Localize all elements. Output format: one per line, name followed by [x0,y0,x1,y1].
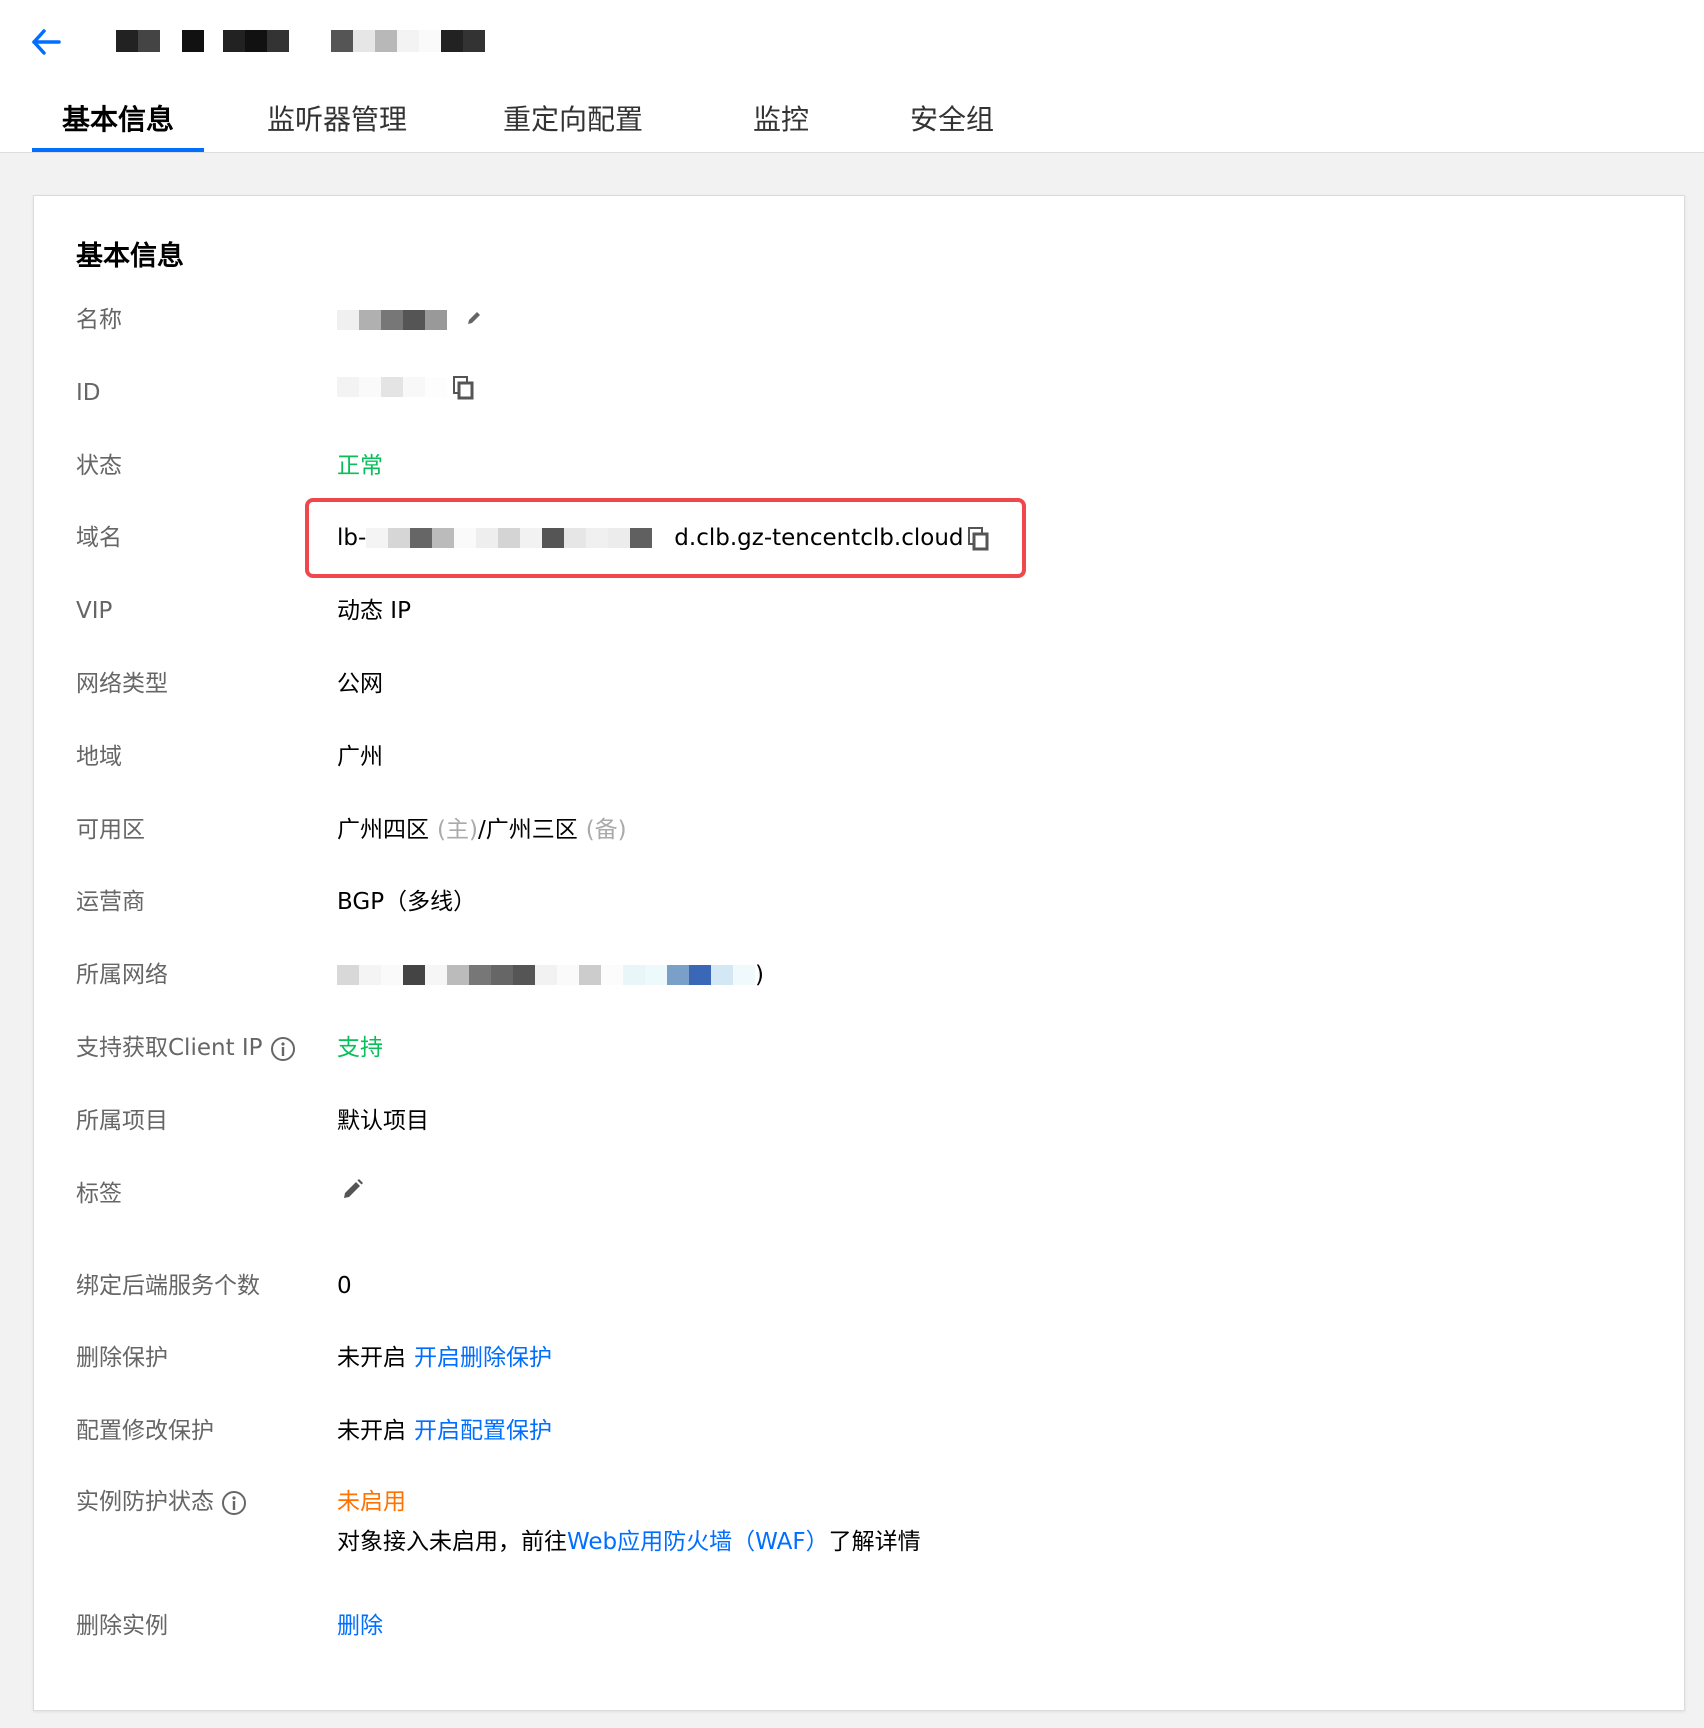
waf-desc-after: 了解详情 [828,1529,921,1555]
client-ip-value: 支持 [337,1035,383,1061]
enable-delete-protection-link[interactable]: 开启删除保护 [414,1340,552,1376]
tab-security-group[interactable]: 安全组 [902,96,1002,152]
row-name: 名称 [34,302,1684,362]
enable-config-protection-link[interactable]: 开启配置保护 [414,1413,552,1449]
basic-info-card: 基本信息 名称 ID 状态 正常 域名 lb- d.clb.gz-tencent… [33,195,1685,1711]
info-icon[interactable] [221,1490,247,1516]
delete-protection-value: 未开启 开启删除保护 [337,1340,552,1376]
delete-protection-status: 未开启 [337,1345,406,1371]
card-title: 基本信息 [76,241,184,272]
zone-primary-tag: (主) [437,817,478,843]
tab-redirect-config[interactable]: 重定向配置 [498,96,648,152]
edit-tags-pencil-icon[interactable] [341,1176,365,1212]
field-label: 所属项目 [76,1108,168,1134]
back-arrow-icon[interactable] [26,22,66,62]
waf-desc-before: 对象接入未启用，前往 [337,1529,567,1555]
row-vip: VIP 动态 IP [34,593,1684,653]
status-value: 正常 [337,453,383,479]
delete-instance-link[interactable]: 删除 [337,1608,383,1644]
id-value [337,375,475,400]
edit-name-pencil-icon[interactable] [465,302,483,338]
field-label: 运营商 [76,889,145,915]
config-protection-value: 未开启 开启配置保护 [337,1413,552,1449]
instance-protection-desc: 对象接入未启用，前往 Web应用防火墙（WAF） 了解详情 [337,1524,921,1560]
redacted-id [337,376,447,398]
field-label: 可用区 [76,817,145,843]
zone-primary: 广州四区 [337,817,429,843]
instance-protection-status: 未启用 [337,1489,406,1515]
isp-value: BGP（多线） [337,889,477,915]
zone-value: 广州四区 (主) / 广州三区 (备) [337,812,627,848]
tab-basic-info[interactable]: 基本信息 [32,96,204,152]
row-vpc: 所属网络) [34,957,1684,1017]
config-protection-status: 未开启 [337,1418,406,1444]
instance-protection-label: 实例防护状态 [76,1489,214,1515]
field-label: ID [76,380,101,406]
info-icon[interactable] [270,1036,296,1062]
tags-value [337,1176,365,1212]
field-label: 域名 [76,525,122,551]
row-client-ip: 支持获取Client IP 支持 [34,1030,1684,1090]
page-header: 基本信息 监听器管理 重定向配置 监控 安全组 [0,0,1704,153]
field-label: 配置修改保护 [76,1418,214,1444]
row-delete-instance: 删除实例 删除 [34,1608,1684,1668]
row-backend-count: 绑定后端服务个数 0 [34,1268,1684,1328]
backend-count-value: 0 [337,1273,352,1299]
field-label: 地域 [76,744,122,770]
row-network-type: 网络类型 公网 [34,666,1684,726]
field-label: 状态 [76,453,122,479]
field-label: 网络类型 [76,671,168,697]
zone-backup-tag: (备) [585,817,627,843]
redacted-name [337,309,447,331]
row-tags: 标签 [34,1176,1684,1236]
region-value: 广州 [337,744,383,770]
copy-id-icon[interactable] [453,375,475,400]
row-region: 地域 广州 [34,739,1684,799]
field-label: 标签 [76,1181,122,1207]
row-zone: 可用区 广州四区 (主) / 广州三区 (备) [34,812,1684,872]
network-type-value: 公网 [337,671,383,697]
zone-separator: / [477,817,486,843]
name-value [337,302,483,338]
tab-listener-management[interactable]: 监听器管理 [262,96,412,152]
field-label: 所属网络 [76,962,168,988]
row-isp: 运营商 BGP（多线） [34,884,1684,944]
vpc-value: ) [337,957,764,993]
field-label: 删除保护 [76,1345,168,1371]
row-id: ID [34,375,1684,435]
field-label: 绑定后端服务个数 [76,1273,260,1299]
row-instance-protection: 实例防护状态 未启用 对象接入未启用，前往 Web应用防火墙（WAF） 了解详情 [34,1484,1684,1584]
field-label: 名称 [76,307,122,333]
row-config-protection: 配置修改保护 未开启 开启配置保护 [34,1413,1684,1473]
vip-value: 动态 IP [337,598,411,624]
row-delete-protection: 删除保护 未开启 开启删除保护 [34,1340,1684,1400]
waf-link[interactable]: Web应用防火墙（WAF） [567,1524,829,1560]
row-project: 所属项目 默认项目 [34,1103,1684,1163]
redacted-vpc [337,964,755,986]
zone-backup: 广州三区 [485,817,578,843]
domain-highlight-box [305,498,1026,578]
field-label: 删除实例 [76,1613,168,1639]
tab-monitoring[interactable]: 监控 [746,96,816,152]
field-label: 支持获取Client IP [76,1030,296,1066]
field-label: VIP [76,598,113,624]
field-label: 实例防护状态 [76,1484,247,1520]
client-ip-label: 支持获取Client IP [76,1035,263,1061]
vpc-tail: ) [755,962,764,988]
project-value: 默认项目 [337,1108,429,1134]
